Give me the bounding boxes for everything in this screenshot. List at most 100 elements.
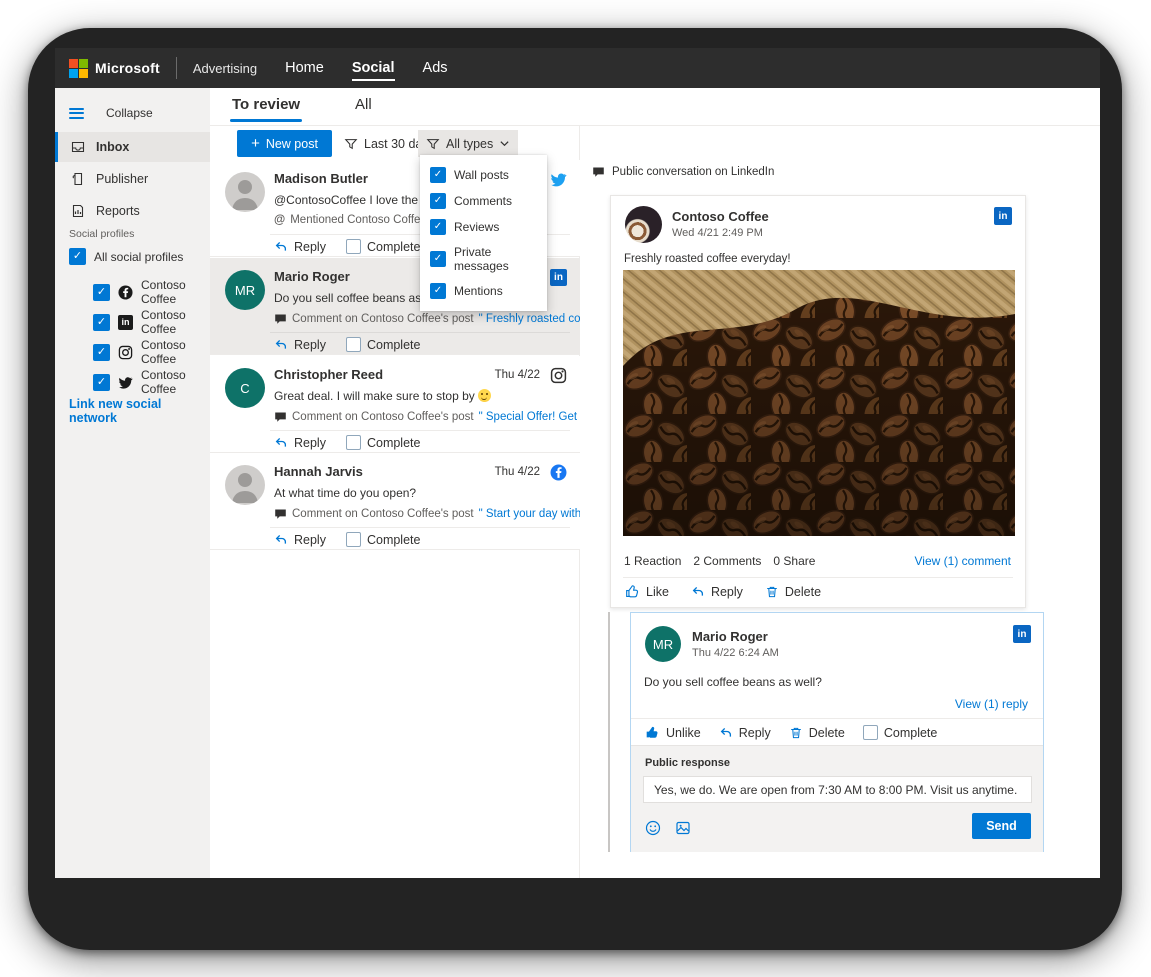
delete-button[interactable]: Delete [789, 725, 845, 740]
dropdown-item-reviews[interactable]: Reviews [420, 214, 547, 240]
post-image-coffee-beans [623, 270, 1015, 536]
dropdown-item-comments[interactable]: Comments [420, 188, 547, 214]
instagram-icon [550, 367, 567, 384]
meta-text: Comment on Contoso Coffee's post [292, 508, 474, 520]
inbox-icon [70, 139, 86, 155]
reply-icon [274, 436, 288, 450]
facebook-icon [118, 285, 133, 300]
tab-to-review[interactable]: To review [232, 96, 300, 113]
reply-button[interactable]: Reply [691, 584, 743, 599]
message-date: Thu 4/22 [495, 466, 540, 478]
profile-row-linkedin[interactable]: in Contoso Coffee [93, 308, 210, 336]
dropdown-item-label: Mentions [454, 284, 503, 298]
profile-row-facebook[interactable]: Contoso Coffee [93, 278, 210, 306]
checkbox-checked-icon[interactable] [93, 284, 110, 301]
reply-button[interactable]: Reply [274, 240, 326, 254]
message-text: Great deal. I will make sure to stop by [274, 389, 491, 403]
comment-timestamp: Thu 4/22 6:24 AM [692, 647, 779, 659]
public-response-label: Public response [645, 757, 730, 769]
checkbox-checked-icon[interactable] [69, 248, 86, 265]
all-social-profiles-row[interactable]: All social profiles [69, 248, 183, 265]
nav-social[interactable]: Social [352, 56, 395, 81]
reply-button[interactable]: Reply [274, 436, 326, 450]
reply-icon [274, 240, 288, 254]
avatar-initials: MR [645, 626, 681, 662]
avatar-person-placeholder [225, 172, 265, 212]
type-filter-dropdown: Wall posts Comments Reviews Private mess… [420, 155, 547, 311]
linkedin-icon: in [1013, 625, 1031, 643]
message-row-christopher-reed[interactable]: C Christopher Reed Thu 4/22 Great deal. … [210, 356, 580, 453]
dropdown-item-mentions[interactable]: Mentions [420, 278, 547, 304]
collapse-label: Collapse [106, 106, 153, 120]
complete-label: Complete [367, 436, 421, 450]
complete-label: Complete [884, 726, 938, 740]
complete-checkbox[interactable]: Complete [346, 239, 421, 254]
send-button[interactable]: Send [972, 813, 1031, 839]
sidebar-item-inbox[interactable]: Inbox [55, 132, 210, 162]
view-comment-link[interactable]: View (1) comment [915, 554, 1011, 568]
checkbox-checked-icon[interactable] [93, 314, 110, 331]
link-new-social-network[interactable]: Link new social network [69, 397, 210, 425]
reports-icon [70, 203, 86, 219]
checkbox-checked-icon[interactable] [430, 251, 446, 267]
sidebar-item-reports[interactable]: Reports [55, 196, 210, 226]
profile-name: Contoso Coffee [141, 278, 210, 306]
linkedin-icon: in [550, 269, 567, 286]
reply-label: Reply [294, 338, 326, 352]
dropdown-item-private-messages[interactable]: Private messages [420, 240, 547, 278]
public-response-input[interactable] [643, 776, 1032, 803]
delete-label: Delete [785, 585, 821, 599]
product-name: Advertising [193, 61, 257, 76]
comment-bubble-icon [274, 312, 287, 325]
reply-button[interactable]: Reply [274, 338, 326, 352]
view-reply-link[interactable]: View (1) reply [955, 697, 1028, 711]
top-nav: Home Social Ads [285, 56, 447, 81]
reply-label: Reply [294, 240, 326, 254]
nav-ads[interactable]: Ads [423, 56, 448, 81]
linkedin-icon: in [994, 207, 1012, 225]
sender-name: Mario Roger [274, 269, 350, 284]
checkbox-checked-icon[interactable] [93, 344, 110, 361]
checkbox-checked-icon[interactable] [430, 283, 446, 299]
checkbox-checked-icon[interactable] [430, 193, 446, 209]
filter-funnel-icon [344, 137, 358, 151]
checkbox-checked-icon[interactable] [93, 374, 110, 391]
tab-all[interactable]: All [355, 96, 372, 113]
reply-button[interactable]: Reply [274, 533, 326, 547]
new-post-button[interactable]: + New post [237, 130, 332, 157]
sidebar-item-publisher[interactable]: Publisher [55, 164, 210, 194]
emoji-icon[interactable] [645, 820, 661, 836]
comment-divider [631, 718, 1043, 719]
nav-home[interactable]: Home [285, 56, 324, 81]
complete-checkbox[interactable]: Complete [346, 435, 421, 450]
type-filter-button[interactable]: All types [418, 130, 518, 157]
reply-button[interactable]: Reply [719, 725, 771, 740]
linkedin-icon: in [118, 315, 133, 330]
topbar-divider [176, 57, 177, 79]
checkbox-checked-icon[interactable] [430, 219, 446, 235]
reply-icon [274, 533, 288, 547]
sidebar-collapse-button[interactable]: Collapse [55, 100, 153, 126]
delete-button[interactable]: Delete [765, 584, 821, 599]
reply-icon [719, 726, 733, 740]
trash-icon [789, 726, 803, 740]
dropdown-item-wall-posts[interactable]: Wall posts [420, 162, 547, 188]
device-frame: Microsoft Advertising Home Social Ads Co… [28, 28, 1122, 950]
chevron-down-icon [499, 138, 510, 149]
checkbox-checked-icon[interactable] [430, 167, 446, 183]
conversation-header-label: Public conversation on LinkedIn [612, 166, 774, 178]
profile-row-instagram[interactable]: Contoso Coffee [93, 338, 210, 366]
post-author: Contoso Coffee [672, 209, 769, 224]
sender-name: Madison Butler [274, 171, 368, 186]
comment-bubble-icon [274, 507, 287, 520]
message-row-hannah-jarvis[interactable]: Hannah Jarvis Thu 4/22 At what time do y… [210, 453, 580, 550]
image-attach-icon[interactable] [675, 820, 691, 836]
complete-checkbox[interactable]: Complete [346, 337, 421, 352]
unlike-button[interactable]: Unlike [645, 725, 701, 740]
complete-checkbox[interactable]: Complete [346, 532, 421, 547]
main-area: To review All + New post Last 30 days Al… [210, 88, 1100, 878]
complete-checkbox[interactable]: Complete [863, 725, 938, 740]
hamburger-icon [69, 108, 84, 119]
profile-row-twitter[interactable]: Contoso Coffee [93, 368, 210, 396]
like-button[interactable]: Like [625, 584, 669, 599]
